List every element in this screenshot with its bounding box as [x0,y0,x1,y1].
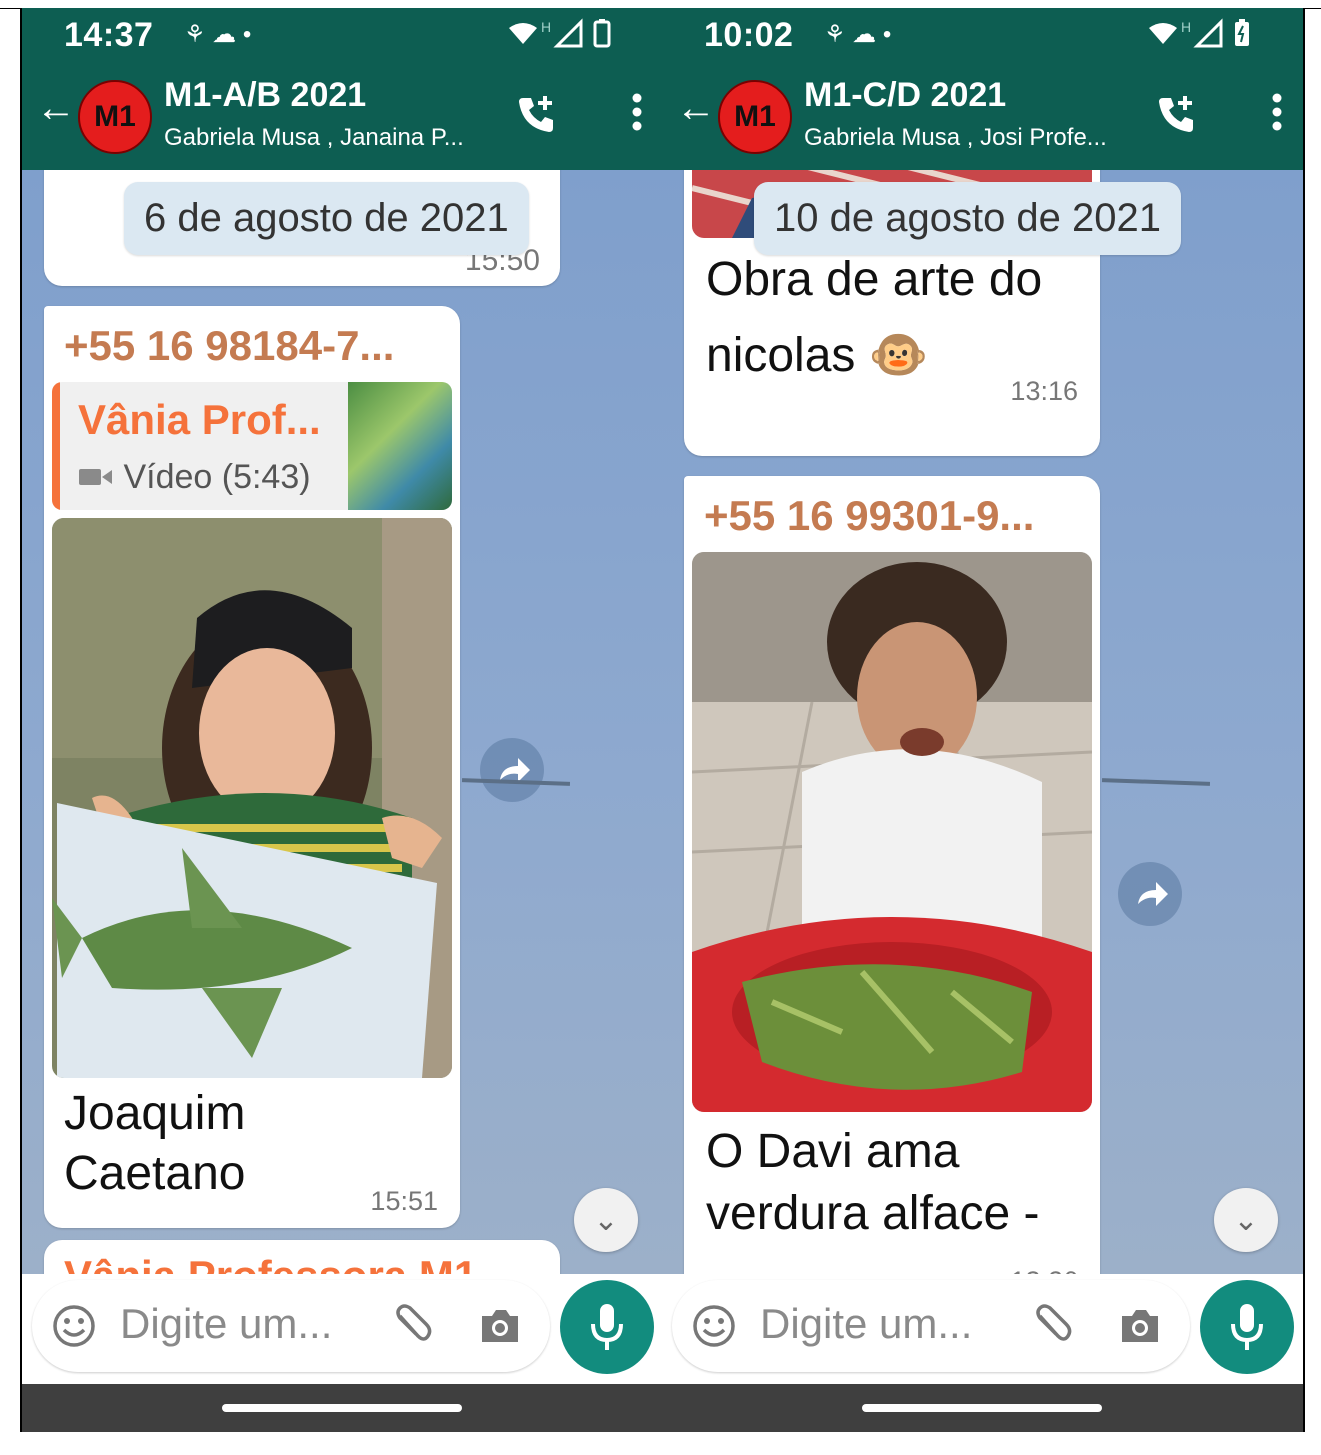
sender-name[interactable]: +55 16 99301-9... [704,492,1034,540]
date-chip: 6 de agosto de 2021 [124,182,529,255]
forward-button[interactable] [480,738,544,802]
message-time: 13:26 [1010,1266,1078,1274]
chat-area[interactable]: 15:50 6 de agosto de 2021 +55 16 98184-7… [22,170,663,1274]
input-placeholder: Digite um... [760,1300,973,1347]
microphone-icon [1231,1304,1263,1350]
message-text-line1: Obra de arte do [706,253,1043,306]
message-caption-line2: Caetano [64,1147,246,1200]
date-chip: 10 de agosto de 2021 [754,182,1182,255]
status-time: 14:37 [64,16,154,54]
status-bar: 10:02 ⚘ ☁ • H [662,8,1303,60]
add-call-icon[interactable] [515,92,559,141]
signal-battery-icons: H [505,18,625,57]
chat-participants[interactable]: Gabriela Musa , Janaina P... [164,124,464,152]
chat-title[interactable]: M1-C/D 2021 [804,76,1006,115]
emoji-icon[interactable] [52,1304,96,1353]
scroll-down-button[interactable]: ⌄ [1214,1188,1278,1252]
system-nav-bar [662,1384,1303,1432]
microphone-icon [591,1304,623,1350]
forward-button[interactable] [1118,862,1182,926]
photo-attachment[interactable] [52,518,452,1078]
group-avatar[interactable]: M1 [718,80,792,154]
emoji-icon[interactable] [692,1304,736,1353]
wallpaper-bird [1101,778,1211,786]
forward-icon [500,758,530,782]
phone-screen-right: 10:02 ⚘ ☁ • H ← M1 M1-C/D 2021 Gabriela … [662,8,1303,1432]
scroll-down-button[interactable]: ⌄ [574,1188,638,1252]
message-time: 15:51 [370,1186,438,1216]
chat-participants[interactable]: Gabriela Musa , Josi Profe... [804,124,1107,152]
more-options-icon[interactable] [1269,90,1285,139]
status-time: 10:02 [704,16,794,54]
message-time: 13:16 [1010,376,1078,406]
message-caption-line1: Joaquim [64,1087,246,1140]
attach-icon[interactable] [390,1302,434,1351]
back-arrow-icon[interactable]: ← [676,86,716,131]
double-chevron-down-icon: ⌄ [1233,1203,1259,1237]
system-nav-bar [22,1384,663,1432]
quoted-message[interactable]: Vânia Prof... Vídeo (5:43) [52,382,452,510]
add-call-icon[interactable] [1155,92,1199,141]
quote-author: Vânia Prof... [78,396,321,443]
message-input[interactable]: Digite um... [672,1280,1190,1372]
camera-icon[interactable] [1118,1304,1162,1353]
quote-media-label: Vídeo (5:43) [78,458,311,497]
quote-accent-bar [52,382,60,510]
phone-screen-left: 14:37 ⚘ ☁ • H ← M1 M1-A/B 2021 Gabriela … [22,8,663,1432]
more-options-icon[interactable] [629,90,645,139]
message-caption-line1: O Davi ama [706,1125,960,1178]
group-avatar[interactable]: M1 [78,80,152,154]
back-arrow-icon[interactable]: ← [36,86,76,131]
message-caption-line2: verdura alface - [706,1187,1040,1240]
input-placeholder: Digite um... [120,1300,333,1347]
home-gesture-bar[interactable] [862,1404,1102,1412]
video-thumbnail [348,382,452,510]
voice-message-button[interactable] [560,1280,654,1374]
double-chevron-down-icon: ⌄ [593,1203,619,1237]
quote-media-text: Vídeo (5:43) [123,458,311,496]
video-icon [79,469,112,485]
message-text-line2: nicolas 🐵 [706,329,929,382]
next-sender-name: Vânia Professora M1 [64,1252,477,1274]
message-bubble[interactable]: +55 16 98184-7... Vânia Prof... Vídeo (5… [44,306,460,1228]
svg-text:H: H [1181,19,1191,35]
photo-attachment[interactable] [692,552,1092,1112]
svg-text:H: H [541,19,551,35]
chat-title[interactable]: M1-A/B 2021 [164,76,366,115]
next-message[interactable]: Vânia Professora M1 [44,1240,560,1274]
message-bubble[interactable]: +55 16 99301-9... O Davi ama verdura alf… [684,476,1100,1274]
notification-icons: ⚘ ☁ • [184,21,252,48]
attach-icon[interactable] [1030,1302,1074,1351]
notification-icons: ⚘ ☁ • [824,21,892,48]
voice-message-button[interactable] [1200,1280,1294,1374]
sender-name[interactable]: +55 16 98184-7... [64,322,394,370]
signal-battery-icons: H [1145,18,1265,57]
message-input[interactable]: Digite um... [32,1280,550,1372]
home-gesture-bar[interactable] [222,1404,462,1412]
forward-icon [1138,882,1168,906]
chat-header: ← M1 M1-A/B 2021 Gabriela Musa , Janaina… [22,60,663,170]
status-bar: 14:37 ⚘ ☁ • H [22,8,663,60]
camera-icon[interactable] [478,1304,522,1353]
chat-area[interactable]: Obra de arte do nicolas 🐵 13:16 10 de ag… [662,170,1303,1274]
chat-header: ← M1 M1-C/D 2021 Gabriela Musa , Josi Pr… [662,60,1303,170]
